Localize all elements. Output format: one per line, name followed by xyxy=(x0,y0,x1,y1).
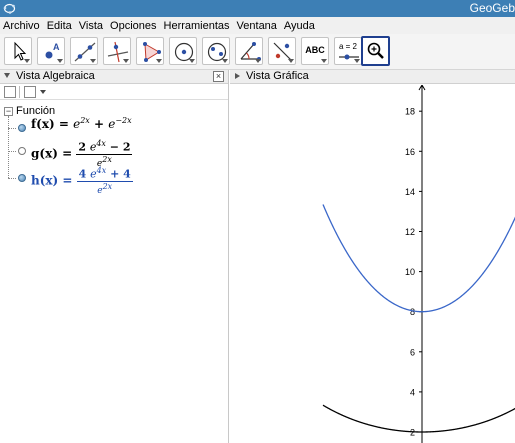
y-tick-label: 10 xyxy=(405,267,415,277)
series-line-h[interactable] xyxy=(322,204,515,313)
menu-ventana[interactable]: Ventana xyxy=(237,20,277,32)
function-name-h: h(x) xyxy=(31,173,59,188)
window-title: GeoGeb xyxy=(469,1,515,15)
algebra-tree: − Función f(x) = e2x + e−2x g(x) = 2 e4x… xyxy=(0,102,228,442)
list-item-g[interactable]: g(x) = 2 e4x − 2 e2x xyxy=(8,139,223,169)
function-name-f: f(x) xyxy=(31,117,55,131)
y-tick-label: 6 xyxy=(410,347,415,357)
graphics-view-header: Vista Gráfica xyxy=(230,70,515,84)
y-tick-label: 2 xyxy=(410,428,415,438)
y-tick-label: 18 xyxy=(405,107,415,117)
visibility-toggle-f[interactable] xyxy=(18,124,26,132)
collapse-category-icon[interactable]: − xyxy=(4,107,13,116)
menu-edita[interactable]: Edita xyxy=(47,20,72,32)
y-tick-label: 16 xyxy=(405,147,415,157)
visibility-toggle-g[interactable] xyxy=(18,147,26,155)
line-tool-button[interactable] xyxy=(70,37,98,65)
collapse-arrow-icon[interactable] xyxy=(4,73,10,78)
menu-bar: Archivo Edita Vista Opciones Herramienta… xyxy=(0,17,515,34)
y-tick-label: 4 xyxy=(410,387,415,397)
y-tick-label: 8 xyxy=(410,307,415,317)
expression-f: f(x) = e2x + e−2x xyxy=(31,116,132,131)
zoom-in-icon xyxy=(367,42,384,59)
graphics-view: Vista Gráfica 2 4 6 8 10 12 14 16 18 xyxy=(230,70,515,443)
title-bar: GeoGeb xyxy=(0,0,515,17)
sort-objects-icon[interactable] xyxy=(24,86,36,98)
series-line-f[interactable] xyxy=(322,404,515,433)
algebra-view-header: Vista Algebraica × xyxy=(0,70,228,84)
text-tool-button[interactable]: ABC xyxy=(301,37,329,65)
menu-archivo[interactable]: Archivo xyxy=(3,20,40,32)
visibility-toggle-h[interactable] xyxy=(18,174,26,182)
function-plot[interactable]: 2 4 6 8 10 12 14 16 18 xyxy=(230,85,515,443)
chevron-down-icon[interactable] xyxy=(40,90,46,94)
expression-g: g(x) = 2 e4x − 2 e2x xyxy=(31,139,133,169)
point-tool-button[interactable]: A xyxy=(37,37,65,65)
toolbar: A ABC a = 2 xyxy=(0,34,515,70)
algebra-view-toolbar xyxy=(0,84,228,100)
polygon-tool-button[interactable] xyxy=(136,37,164,65)
reflect-tool-button[interactable] xyxy=(268,37,296,65)
toolbar-divider xyxy=(19,86,20,98)
ellipse-tool-button[interactable] xyxy=(202,37,230,65)
algebra-view-title: Vista Algebraica xyxy=(16,70,95,82)
menu-herramientas[interactable]: Herramientas xyxy=(164,20,230,32)
algebra-view: Vista Algebraica × − Función f(x) = e2x … xyxy=(0,70,229,443)
y-tick-label: 14 xyxy=(405,187,415,197)
move-tool-button[interactable] xyxy=(4,37,32,65)
graphics-view-title: Vista Gráfica xyxy=(246,70,309,82)
zoom-tool-button[interactable] xyxy=(361,36,390,66)
expand-arrow-icon[interactable] xyxy=(235,73,240,79)
close-icon[interactable]: × xyxy=(213,71,224,82)
perpendicular-tool-button[interactable] xyxy=(103,37,131,65)
slider-tool-button[interactable]: a = 2 xyxy=(334,37,362,65)
menu-ayuda[interactable]: Ayuda xyxy=(284,20,315,32)
circle-tool-button[interactable] xyxy=(169,37,197,65)
menu-vista[interactable]: Vista xyxy=(79,20,103,32)
geogebra-app-icon xyxy=(3,3,16,14)
list-item-h[interactable]: h(x) = 4 e4x + 4 e2x xyxy=(8,166,223,196)
function-name-g: g(x) xyxy=(31,146,58,161)
svg-text:A: A xyxy=(53,42,60,52)
text-tool-label: ABC xyxy=(305,45,325,55)
y-tick-label: 12 xyxy=(405,227,415,237)
expression-h: h(x) = 4 e4x + 4 e2x xyxy=(31,166,133,196)
toggle-auxiliary-objects-icon[interactable] xyxy=(4,86,16,98)
angle-tool-button[interactable] xyxy=(235,37,263,65)
menu-opciones[interactable]: Opciones xyxy=(110,20,156,32)
